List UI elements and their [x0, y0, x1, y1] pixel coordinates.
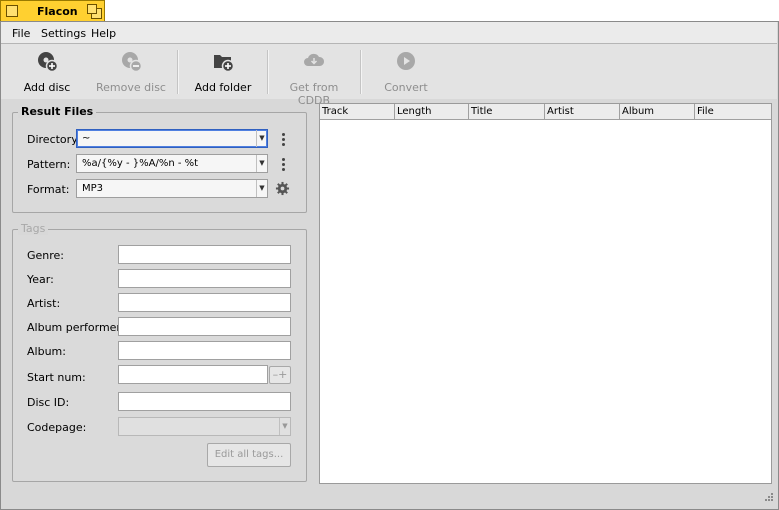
artist-label: Artist:: [27, 297, 61, 310]
column-file[interactable]: File: [695, 104, 771, 119]
pattern-value: %a/{%y - }%A/%n - %t: [82, 158, 199, 169]
toolbar: Add disc Remove disc Add folder Get from…: [1, 44, 777, 107]
artist-field[interactable]: [118, 293, 291, 312]
gear-icon[interactable]: [275, 181, 290, 196]
menu-help[interactable]: Help: [91, 27, 116, 40]
column-length[interactable]: Length: [395, 104, 469, 119]
menu-bar: File Settings Help: [1, 22, 777, 44]
year-field[interactable]: [118, 269, 291, 288]
convert-label: Convert: [384, 81, 428, 94]
remove-disc-label: Remove disc: [96, 81, 166, 94]
cloud-download-icon: [304, 53, 325, 66]
directory-value: ~: [82, 133, 91, 144]
add-folder-button[interactable]: Add folder: [186, 44, 260, 99]
pattern-menu-icon[interactable]: [280, 158, 286, 172]
add-disc-button[interactable]: Add disc: [10, 44, 84, 99]
pattern-combo[interactable]: %a/{%y - }%A/%n - %t ▼: [76, 154, 268, 173]
codepage-label: Codepage:: [27, 421, 87, 434]
start-num-stepper[interactable]: –+: [269, 366, 291, 384]
format-value: MP3: [82, 183, 104, 194]
tags-title: Tags: [18, 222, 49, 235]
format-combo[interactable]: MP3 ▼: [76, 179, 268, 198]
menu-file[interactable]: File: [12, 27, 30, 40]
add-disc-icon: [38, 52, 58, 72]
start-num-field[interactable]: [118, 365, 268, 384]
column-artist[interactable]: Artist: [545, 104, 620, 119]
album-performer-label: Album performer:: [27, 321, 125, 334]
genre-field[interactable]: [118, 245, 291, 264]
edit-all-tags-button[interactable]: Edit all tags...: [207, 443, 291, 467]
album-field[interactable]: [118, 341, 291, 360]
status-bar: [1, 488, 777, 508]
table-header: Track Length Title Artist Album File: [320, 104, 771, 120]
directory-menu-icon[interactable]: [280, 133, 286, 147]
album-label: Album:: [27, 345, 66, 358]
disc-id-label: Disc ID:: [27, 396, 70, 409]
chevron-down-icon: ▼: [279, 418, 290, 435]
toolbar-separator: [267, 50, 269, 94]
start-num-label: Start num:: [27, 371, 86, 384]
directory-label: Directory:: [27, 133, 81, 146]
toolbar-separator: [177, 50, 179, 94]
column-album[interactable]: Album: [620, 104, 695, 119]
codepage-combo[interactable]: ▼: [118, 417, 291, 436]
album-performer-field[interactable]: [118, 317, 291, 336]
convert-button[interactable]: Convert: [369, 44, 443, 99]
zoom-icon[interactable]: [87, 4, 102, 19]
chevron-down-icon[interactable]: ▼: [256, 180, 267, 197]
column-title[interactable]: Title: [469, 104, 545, 119]
result-files-title: Result Files: [18, 105, 97, 118]
play-icon: [397, 52, 415, 70]
track-table[interactable]: Track Length Title Artist Album File: [319, 103, 772, 484]
window-title: Flacon: [37, 5, 78, 18]
add-disc-label: Add disc: [23, 81, 71, 94]
chevron-down-icon[interactable]: ▼: [256, 155, 267, 172]
get-cddb-button[interactable]: Get from CDDB: [274, 44, 354, 107]
menu-settings[interactable]: Settings: [41, 27, 86, 40]
year-label: Year:: [27, 273, 54, 286]
add-folder-label: Add folder: [194, 81, 252, 94]
genre-label: Genre:: [27, 249, 65, 262]
pattern-label: Pattern:: [27, 158, 71, 171]
toolbar-separator: [360, 50, 362, 94]
resize-grip-icon[interactable]: [760, 490, 774, 504]
splitter-handle[interactable]: [312, 103, 315, 484]
add-folder-icon: [214, 55, 234, 72]
window-title-tab[interactable]: Flacon: [0, 0, 105, 22]
remove-disc-button[interactable]: Remove disc: [94, 44, 168, 99]
remove-disc-icon: [122, 52, 142, 72]
chevron-down-icon[interactable]: ▼: [256, 130, 267, 147]
column-track[interactable]: Track: [320, 104, 395, 119]
format-label: Format:: [27, 183, 70, 196]
directory-combo[interactable]: ~ ▼: [76, 129, 268, 148]
close-icon[interactable]: [6, 5, 18, 17]
disc-id-field[interactable]: [118, 392, 291, 411]
